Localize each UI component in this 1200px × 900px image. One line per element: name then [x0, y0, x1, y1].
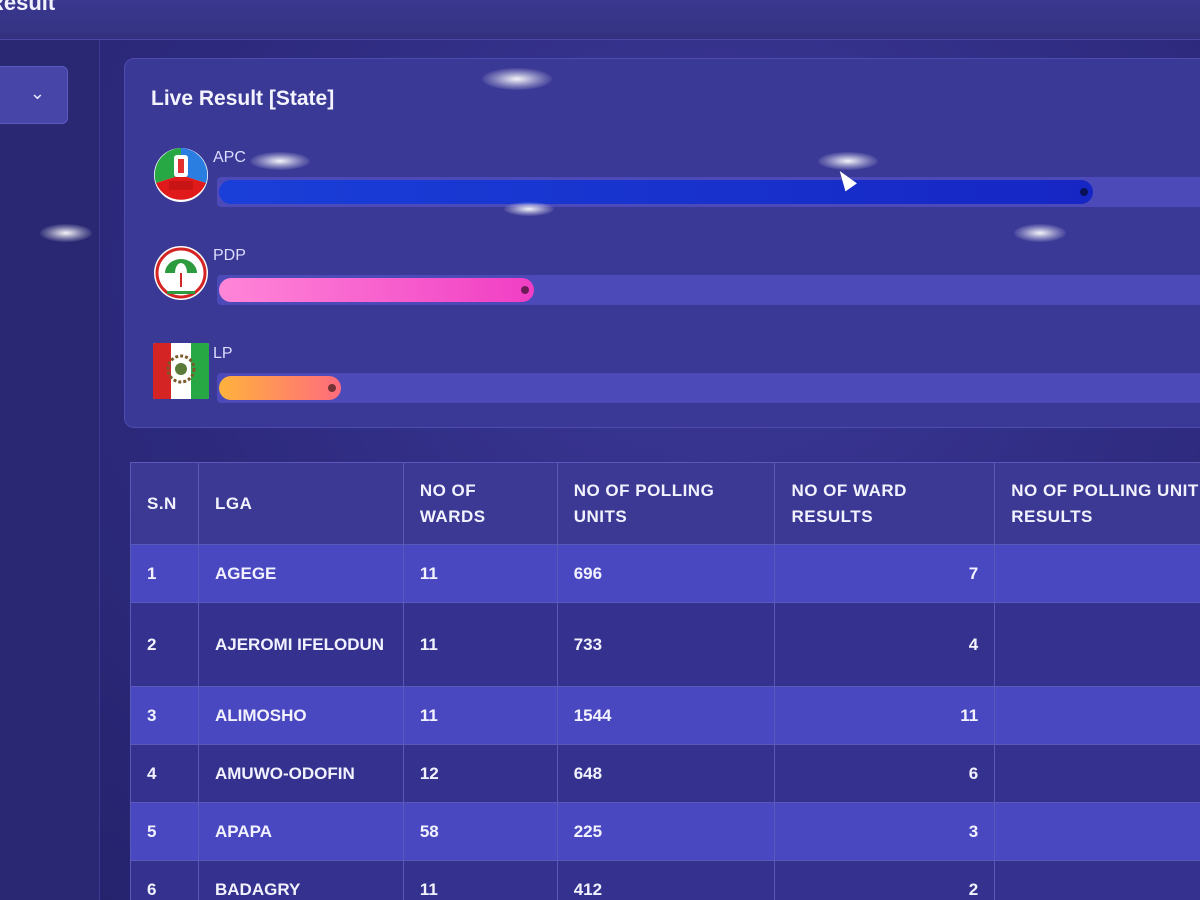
cell-wards: 11	[402, 860, 558, 900]
cell-lga: ALIMOSHO	[197, 686, 404, 745]
cell-sn: 1	[130, 544, 199, 603]
cell-sn: 5	[130, 802, 199, 861]
cell-ward-results: 2	[774, 860, 996, 900]
result-bar-fill	[219, 376, 341, 400]
cell-lga: AJEROMI IFELODUN	[197, 602, 404, 687]
cell-wards: 11	[402, 544, 558, 603]
cell-ward-results: 11	[774, 686, 996, 745]
cell-polling-units: 648	[556, 744, 776, 803]
cell-pu-results	[994, 802, 1200, 861]
cell-lga: AGEGE	[197, 544, 404, 603]
cell-wards: 12	[402, 744, 558, 803]
party-row-pdp: PDP	[153, 245, 1200, 315]
table-row[interactable]: 4 AMUWO-ODOFIN 12 648 6	[130, 744, 1200, 803]
ceiling-light-reflection	[818, 152, 878, 170]
cell-pu-results	[994, 602, 1200, 687]
cell-polling-units: 1544	[556, 686, 776, 745]
cell-wards: 58	[402, 802, 558, 861]
cell-sn: 6	[130, 860, 199, 900]
party-name: PDP	[213, 247, 246, 264]
cell-wards: 11	[402, 686, 558, 745]
bar-handle-icon	[521, 286, 529, 294]
result-bar-track	[217, 177, 1200, 207]
cell-lga: BADAGRY	[197, 860, 404, 900]
lga-results-table: S.N LGA NO OF WARDS NO OF POLLING UNITS …	[130, 462, 1200, 900]
cell-sn: 2	[130, 602, 199, 687]
column-header-polling-units[interactable]: NO OF POLLING UNITS	[556, 462, 776, 545]
ceiling-light-reflection	[250, 152, 310, 170]
table-header-row: S.N LGA NO OF WARDS NO OF POLLING UNITS …	[130, 462, 1200, 545]
pdp-logo	[153, 245, 209, 301]
party-name: APC	[213, 149, 246, 166]
party-row-lp: LP	[153, 343, 1200, 413]
cell-pu-results	[994, 860, 1200, 900]
cell-ward-results: 3	[774, 802, 996, 861]
live-result-title: Live Result [State]	[151, 87, 335, 110]
ceiling-light-reflection	[504, 202, 554, 216]
cell-lga: AMUWO-ODOFIN	[197, 744, 404, 803]
top-bar: Result	[0, 0, 1200, 40]
live-result-card: Live Result [State] APC PDP LP	[124, 58, 1200, 428]
table-row[interactable]: 1 AGEGE 11 696 7	[130, 544, 1200, 603]
cell-pu-results	[994, 686, 1200, 745]
cell-ward-results: 7	[774, 544, 996, 603]
lp-logo	[153, 343, 209, 399]
column-header-ward-results[interactable]: NO OF WARD RESULTS	[774, 462, 996, 545]
party-name: LP	[213, 345, 233, 362]
party-row-apc: APC	[153, 147, 1200, 217]
result-bar-fill	[219, 180, 1093, 204]
chevron-down-icon: ⌄	[29, 83, 45, 103]
cell-pu-results	[994, 744, 1200, 803]
column-header-pu-results[interactable]: NO OF POLLING UNIT RESULTS	[994, 462, 1200, 545]
table-row[interactable]: 5 APAPA 58 225 3	[130, 802, 1200, 861]
ceiling-light-reflection	[1014, 224, 1066, 242]
column-header-sn[interactable]: S.N	[130, 462, 199, 545]
cell-sn: 3	[130, 686, 199, 745]
cell-lga: APAPA	[197, 802, 404, 861]
bar-handle-icon	[328, 384, 336, 392]
cell-polling-units: 225	[556, 802, 776, 861]
page-title: Result	[0, 0, 56, 15]
cell-pu-results	[994, 544, 1200, 603]
column-header-lga[interactable]: LGA	[197, 462, 404, 545]
cell-polling-units: 696	[556, 544, 776, 603]
column-header-wards[interactable]: NO OF WARDS	[402, 462, 558, 545]
table-row[interactable]: 6 BADAGRY 11 412 2	[130, 860, 1200, 900]
result-bar-track	[217, 275, 1200, 305]
cell-polling-units: 733	[556, 602, 776, 687]
lga-results-table-container: S.N LGA NO OF WARDS NO OF POLLING UNITS …	[130, 462, 1200, 900]
ceiling-light-reflection	[482, 68, 552, 90]
screen: Result ⌄ Live Result [State] APC	[0, 0, 1200, 900]
bar-handle-icon	[1080, 188, 1088, 196]
result-bar-fill	[219, 278, 534, 302]
cell-polling-units: 412	[556, 860, 776, 900]
apc-logo	[153, 147, 209, 203]
left-rail	[0, 40, 100, 900]
cell-wards: 11	[402, 602, 558, 687]
table-row[interactable]: 3 ALIMOSHO 11 1544 11	[130, 686, 1200, 745]
cell-ward-results: 6	[774, 744, 996, 803]
ceiling-light-reflection	[40, 224, 92, 242]
cell-sn: 4	[130, 744, 199, 803]
result-bar-track	[217, 373, 1200, 403]
table-row[interactable]: 2 AJEROMI IFELODUN 11 733 4	[130, 602, 1200, 687]
cell-ward-results: 4	[774, 602, 996, 687]
filter-dropdown[interactable]: ⌄	[0, 66, 68, 124]
